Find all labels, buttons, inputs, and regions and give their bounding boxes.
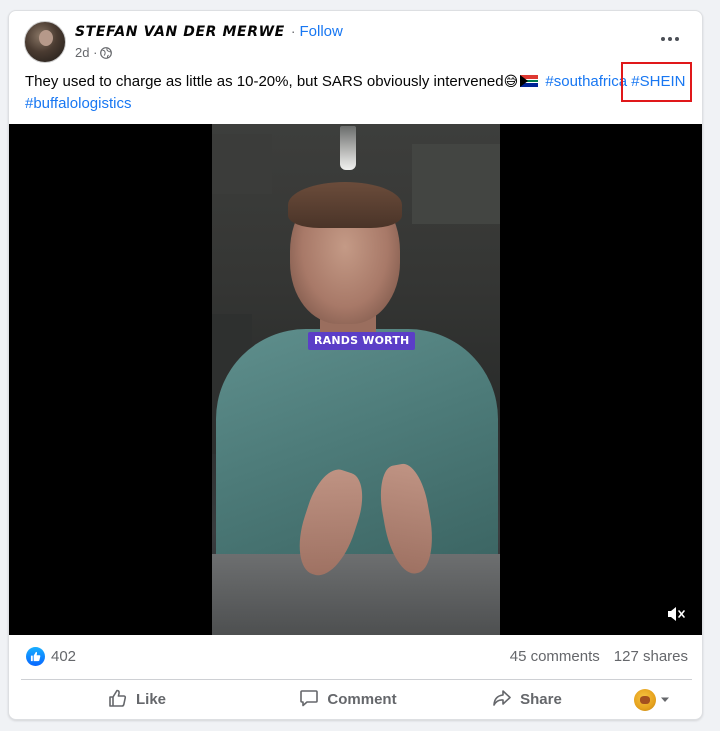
hashtag-buffalologistics[interactable]: #buffalologistics — [25, 95, 131, 112]
chevron-down-icon — [660, 691, 670, 708]
post-meta: 2d · — [75, 45, 113, 60]
comment-button[interactable]: Comment — [253, 682, 443, 718]
post-meta-dot: · — [89, 45, 98, 60]
hashtag-southafrica[interactable]: #southafrica — [545, 73, 627, 90]
follow-button[interactable]: Follow — [299, 23, 342, 40]
post-stats: 402 45 comments 127 shares — [9, 635, 702, 679]
action-bar: Like Comment Share — [21, 679, 692, 719]
person-shirt — [216, 329, 498, 579]
more-options-icon[interactable] — [656, 29, 684, 49]
engagement-counts: 45 comments 127 shares — [510, 648, 688, 665]
like-button[interactable]: Like — [21, 682, 253, 718]
reaction-summary[interactable]: 402 — [26, 647, 76, 666]
globe-icon — [100, 46, 113, 59]
profile-emoji-avatar — [633, 688, 656, 711]
video-subtitle: RANDS WORTH — [308, 332, 416, 350]
like-reaction-icon — [26, 647, 45, 666]
like-count: 402 — [51, 648, 77, 665]
author-line: STEFAN VAN DER MERWE · Follow — [75, 23, 343, 40]
share-count[interactable]: 127 shares — [614, 648, 688, 665]
author-avatar[interactable] — [24, 21, 66, 63]
post-caption: They used to charge as little as 10-20%,… — [25, 71, 695, 114]
share-arrow-icon — [492, 688, 512, 712]
comment-label: Comment — [327, 691, 397, 708]
thumbs-up-icon — [108, 688, 128, 712]
muted-speaker-icon[interactable] — [664, 602, 688, 626]
south-africa-flag-icon — [520, 75, 539, 87]
comment-count[interactable]: 45 comments — [510, 648, 600, 665]
post-time[interactable]: 2d — [75, 45, 89, 60]
post-header: STEFAN VAN DER MERWE · Follow 2d · — [9, 11, 702, 67]
author-name[interactable]: STEFAN VAN DER MERWE — [75, 24, 285, 40]
ceiling-lamp — [340, 126, 356, 170]
person-legs — [212, 554, 500, 635]
sweat-smile-emoji-icon: 😅 — [503, 74, 519, 90]
video-frame: RANDS WORTH — [212, 124, 500, 635]
comment-bubble-icon — [299, 688, 319, 712]
hashtag-shein[interactable]: #SHEIN — [631, 73, 685, 90]
separator-dot: · — [290, 23, 296, 39]
person-hair — [288, 182, 402, 228]
caption-text: They used to charge as little as 10-20%,… — [25, 73, 504, 90]
like-label: Like — [135, 691, 166, 708]
share-button[interactable]: Share — [443, 682, 611, 718]
reaction-profile-selector[interactable] — [611, 682, 692, 718]
share-label: Share — [520, 691, 562, 708]
video-player[interactable]: RANDS WORTH — [9, 124, 702, 635]
post-card: STEFAN VAN DER MERWE · Follow 2d · They … — [8, 10, 703, 720]
